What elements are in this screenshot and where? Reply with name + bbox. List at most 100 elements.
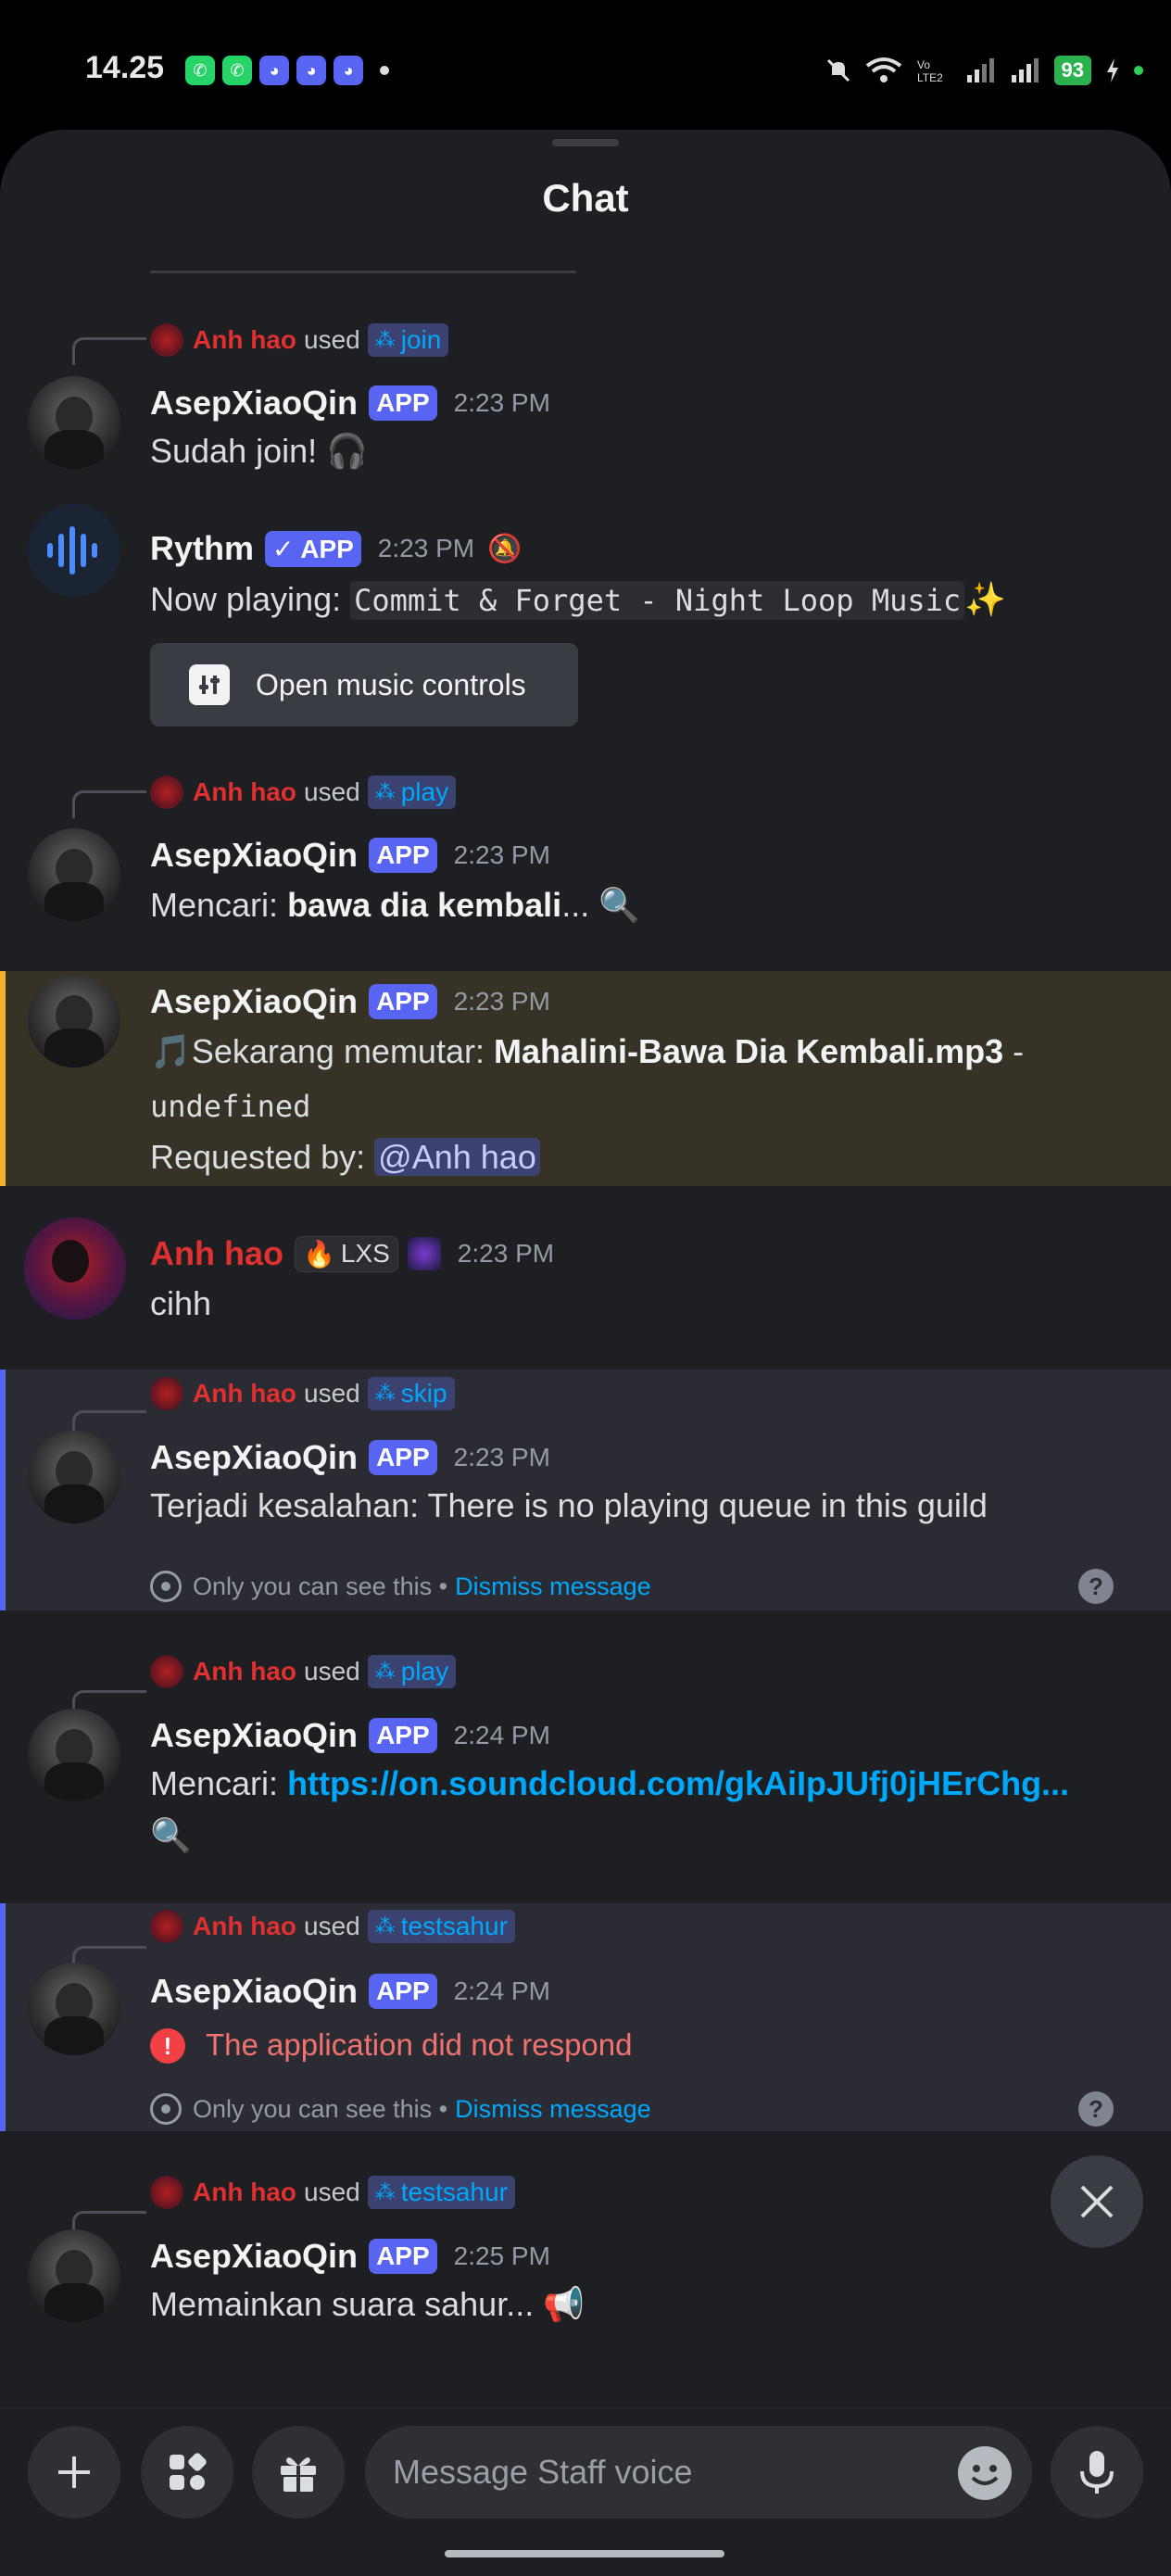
dismiss-message-link[interactable]: Dismiss message bbox=[455, 2095, 651, 2124]
add-attachment-button[interactable] bbox=[28, 2426, 120, 2519]
command-name: testsahur bbox=[400, 2178, 508, 2206]
command-reference[interactable]: Anh hao used ⁂ join bbox=[150, 320, 449, 360]
status-icons: Vo LTE2 93 bbox=[825, 54, 1143, 87]
search-query: bawa dia kembali bbox=[287, 886, 562, 924]
username[interactable]: Anh hao bbox=[150, 1234, 283, 1273]
message-content: Sudah join! 🎧 bbox=[150, 432, 368, 470]
magnifier-emoji: ... 🔍 bbox=[561, 886, 641, 924]
slash-command-chip[interactable]: ⁂ testsahur bbox=[367, 1910, 515, 1943]
flame-icon: 🔥 bbox=[302, 1239, 335, 1269]
avatar bbox=[150, 1910, 183, 1943]
message-header: AsepXiaoQin APP 2:25 PM bbox=[150, 2233, 550, 2279]
timestamp: 2:25 PM bbox=[453, 2241, 550, 2270]
svg-text:LTE2: LTE2 bbox=[917, 71, 943, 84]
username[interactable]: AsepXiaoQin bbox=[150, 2237, 358, 2276]
reply-username[interactable]: Anh hao bbox=[193, 1379, 296, 1408]
soundcloud-link[interactable]: https://on.soundcloud.com/gkAiIpJUfj0jHE… bbox=[287, 1764, 1069, 1802]
charging-icon bbox=[1104, 57, 1121, 84]
reply-used-text: used bbox=[304, 1379, 360, 1408]
close-button[interactable] bbox=[1051, 2155, 1143, 2248]
user-mention[interactable]: @Anh hao bbox=[374, 1138, 540, 1176]
reply-connector bbox=[72, 337, 146, 365]
avatar bbox=[150, 1377, 183, 1410]
ephemeral-notice: Only you can see this • Dismiss message bbox=[150, 1568, 651, 1605]
app-badge: APP bbox=[369, 1974, 437, 2009]
server-tag[interactable]: 🔥 LXS bbox=[294, 1235, 398, 1272]
track-filename: Mahalini-Bawa Dia Kembali.mp3 bbox=[494, 1032, 1004, 1070]
ephemeral-notice: Only you can see this • Dismiss message bbox=[150, 2090, 651, 2128]
emoji-button[interactable] bbox=[958, 2446, 1012, 2500]
slash-command-chip[interactable]: ⁂ play bbox=[367, 776, 457, 809]
app-badge: APP bbox=[369, 1718, 437, 1753]
username[interactable]: Rythm bbox=[150, 529, 254, 568]
server-tag-label: LXS bbox=[340, 1239, 390, 1268]
command-reference[interactable]: Anh hao used ⁂ skip bbox=[150, 1373, 455, 1414]
reply-connector bbox=[72, 790, 146, 818]
avatar[interactable] bbox=[24, 1218, 126, 1320]
open-music-controls-button[interactable]: Open music controls bbox=[150, 643, 578, 726]
status-bar: 14.25 ✆ ✆ ◕ ◕ ◕ Vo LTE2 93 bbox=[0, 0, 1171, 130]
avatar[interactable] bbox=[28, 376, 120, 469]
username[interactable]: AsepXiaoQin bbox=[150, 384, 358, 423]
message-header: AsepXiaoQin APP 2:24 PM bbox=[150, 1968, 550, 2014]
reply-username[interactable]: Anh hao bbox=[193, 1657, 296, 1686]
gift-button[interactable] bbox=[252, 2426, 345, 2519]
avatar[interactable] bbox=[28, 828, 120, 921]
username[interactable]: AsepXiaoQin bbox=[150, 1972, 358, 2011]
avatar[interactable] bbox=[28, 975, 120, 1067]
command-reference[interactable]: Anh hao used ⁂ testsahur bbox=[150, 1906, 515, 1947]
command-name: skip bbox=[400, 1379, 447, 1408]
command-reference[interactable]: Anh hao used ⁂ testsahur bbox=[150, 2172, 515, 2213]
avatar[interactable] bbox=[28, 1963, 120, 2055]
avatar[interactable] bbox=[28, 2229, 120, 2322]
ephemeral-bar bbox=[0, 1903, 6, 2131]
command-name: play bbox=[400, 1657, 449, 1686]
now-playing-label: Now playing: bbox=[150, 580, 342, 618]
app-command-icon: ⁂ bbox=[374, 780, 396, 803]
voice-message-button[interactable] bbox=[1051, 2426, 1143, 2519]
mute-icon bbox=[825, 57, 852, 84]
sheet-grabber-handle[interactable] bbox=[552, 139, 619, 146]
username[interactable]: AsepXiaoQin bbox=[150, 1716, 358, 1755]
wifi-icon bbox=[865, 57, 902, 84]
home-indicator[interactable] bbox=[445, 2550, 724, 2557]
reply-username[interactable]: Anh hao bbox=[193, 2178, 296, 2207]
avatar[interactable] bbox=[28, 504, 120, 597]
avatar[interactable] bbox=[28, 1709, 120, 1801]
help-icon[interactable]: ? bbox=[1078, 2091, 1114, 2127]
message-header: AsepXiaoQin APP 2:23 PM bbox=[150, 832, 550, 878]
slash-command-chip[interactable]: ⁂ join bbox=[367, 323, 449, 357]
slash-command-chip[interactable]: ⁂ testsahur bbox=[367, 2176, 515, 2209]
avatar bbox=[150, 776, 183, 809]
slash-command-chip[interactable]: ⁂ skip bbox=[367, 1377, 455, 1410]
message-header: AsepXiaoQin APP 2:23 PM bbox=[150, 380, 550, 426]
command-name: testsahur bbox=[400, 1912, 508, 1940]
message-content-line: Requested by: @Anh hao bbox=[150, 1130, 540, 1184]
username[interactable]: AsepXiaoQin bbox=[150, 836, 358, 875]
command-reference[interactable]: Anh hao used ⁂ play bbox=[150, 1651, 457, 1692]
dismiss-message-link[interactable]: Dismiss message bbox=[455, 1572, 651, 1601]
searching-label: Mencari: bbox=[150, 886, 279, 924]
username[interactable]: AsepXiaoQin bbox=[150, 982, 358, 1021]
slash-command-chip[interactable]: ⁂ play bbox=[367, 1655, 457, 1688]
message-content: cihh bbox=[150, 1284, 212, 1322]
rythm-waveform-icon bbox=[47, 526, 97, 575]
username[interactable]: AsepXiaoQin bbox=[150, 1438, 358, 1477]
timestamp: 2:23 PM bbox=[377, 534, 475, 562]
reply-username[interactable]: Anh hao bbox=[193, 777, 296, 807]
message-content: Mencari: bawa dia kembali... 🔍 bbox=[150, 878, 640, 932]
message-input-container[interactable] bbox=[365, 2426, 1032, 2519]
help-icon[interactable]: ? bbox=[1078, 1569, 1114, 1604]
reply-username[interactable]: Anh hao bbox=[193, 1912, 296, 1941]
command-reference[interactable]: Anh hao used ⁂ play bbox=[150, 772, 457, 813]
more-notifications-dot-icon bbox=[380, 66, 389, 75]
message-input[interactable] bbox=[393, 2426, 912, 2519]
avatar[interactable] bbox=[28, 1431, 120, 1523]
music-note-emoji: 🎵 bbox=[150, 1032, 192, 1070]
apps-button[interactable] bbox=[141, 2426, 233, 2519]
app-command-icon: ⁂ bbox=[374, 2180, 396, 2203]
whatsapp-icon: ✆ bbox=[222, 56, 252, 85]
reply-username[interactable]: Anh hao bbox=[193, 325, 296, 355]
timestamp: 2:23 PM bbox=[453, 840, 550, 869]
timestamp: 2:23 PM bbox=[453, 987, 550, 1016]
